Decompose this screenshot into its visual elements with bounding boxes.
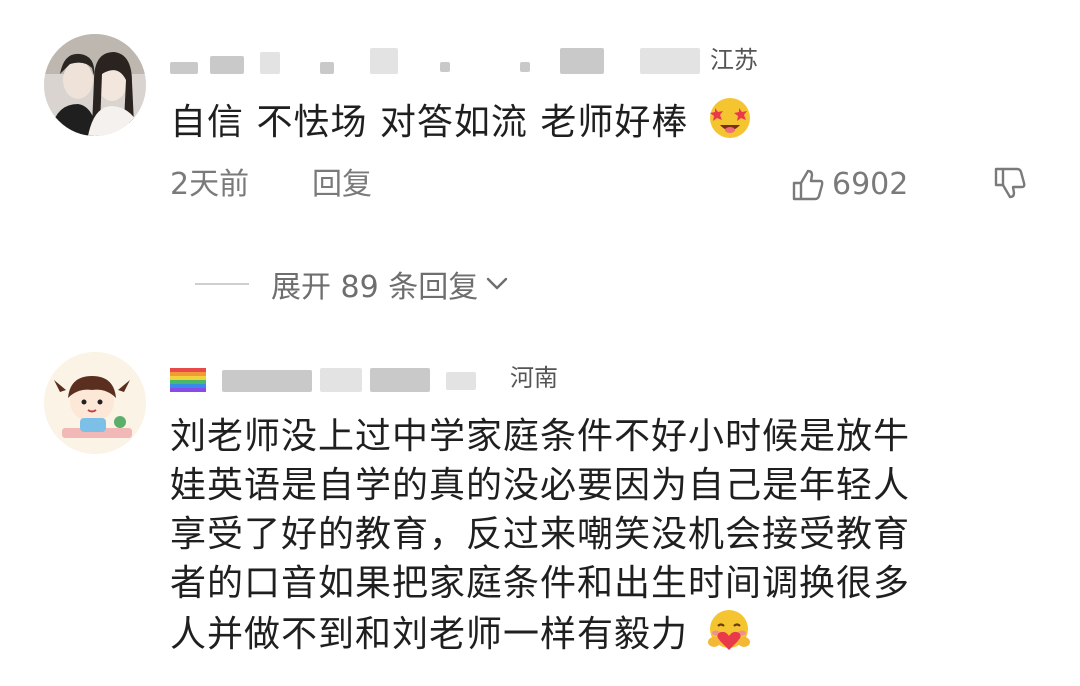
username-masked	[640, 48, 700, 74]
comment-text-line: 人并做不到和刘老师一样有毅力	[170, 614, 689, 655]
comment-text-content: 自信 不怯场 对答如流 老师好棒	[170, 102, 689, 143]
username-masked	[320, 62, 334, 74]
thumbs-down-icon	[994, 167, 1026, 199]
avatar[interactable]	[44, 34, 146, 136]
username-masked	[170, 62, 198, 74]
username-masked	[222, 370, 312, 392]
comment-text-line: 娃英语是自学的真的没必要因为自己是年轻人	[170, 465, 911, 506]
comment-meta: 2天前 回复 6902	[170, 165, 1050, 205]
expand-replies-button[interactable]: 展开 89 条回复	[195, 262, 510, 306]
like-button[interactable]: 6902	[790, 165, 908, 205]
avatar[interactable]	[44, 352, 146, 454]
comment-text-line-last: 人并做不到和刘老师一样有毅力	[170, 608, 910, 665]
dislike-button[interactable]	[992, 165, 1032, 205]
comment-time: 2天前	[170, 167, 250, 202]
chevron-down-icon	[487, 277, 508, 290]
comment-text-line: 享受了好的教育，反过来嘲笑没机会接受教育	[170, 514, 911, 555]
region-label: 河南	[510, 364, 558, 392]
comment-text-line: 刘老师没上过中学家庭条件不好小时候是放牛	[170, 416, 911, 457]
username-masked	[440, 62, 450, 72]
username-masked	[560, 48, 604, 74]
rainbow-badge-icon	[170, 368, 206, 392]
username-masked	[210, 56, 244, 74]
thumbs-up-icon	[792, 169, 824, 201]
username-line[interactable]: 江苏	[170, 40, 770, 80]
username-masked	[370, 48, 398, 74]
region-label: 江苏	[710, 46, 758, 74]
expand-replies-label: 展开 89 条回复	[271, 270, 479, 305]
username-masked	[370, 368, 430, 392]
comment-text: 自信 不怯场 对答如流 老师好棒	[170, 94, 755, 153]
username-masked	[446, 372, 476, 390]
username-masked	[520, 62, 530, 72]
comment-text: 刘老师没上过中学家庭条件不好小时候是放牛 娃英语是自学的真的没必要因为自己是年轻…	[170, 412, 910, 665]
username-masked	[260, 52, 280, 74]
hugging-heart-emoji	[704, 608, 754, 665]
comment-text-line: 者的口音如果把家庭条件和出生时间调换很多	[170, 563, 911, 604]
username-masked	[320, 368, 362, 392]
divider	[195, 283, 249, 285]
reply-button[interactable]: 回复	[312, 165, 372, 205]
star-struck-emoji	[705, 94, 755, 153]
like-count: 6902	[832, 167, 909, 202]
username-line[interactable]: 河南	[170, 358, 770, 398]
